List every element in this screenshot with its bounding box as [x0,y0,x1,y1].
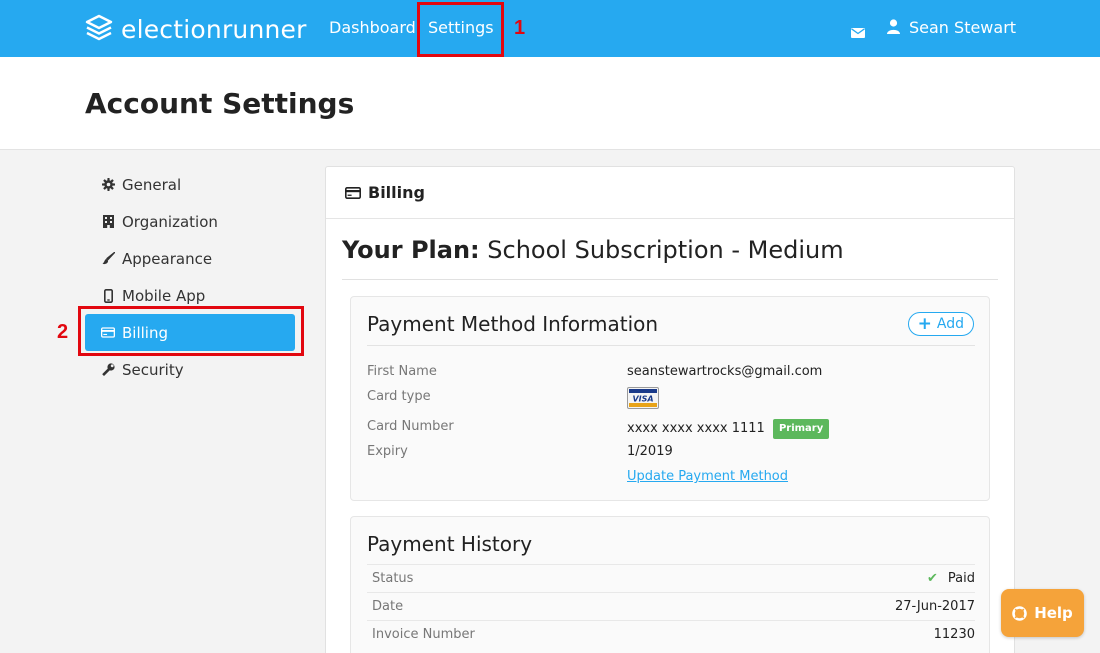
card-number-label: Card Number [367,419,454,434]
help-label: Help [1034,604,1073,622]
history-value: ✔ Paid [927,571,975,586]
payment-history-card: Payment History Status ✔ Paid Date 27-Jun… [350,516,990,653]
first-name-value: seanstewartrocks@gmail.com [627,364,823,379]
page-header: Account Settings [0,57,1100,150]
payment-method-card: Payment Method Information + Add First N… [350,296,990,501]
add-payment-method-button[interactable]: + Add [907,312,974,336]
top-navbar: electionrunner Dashboard Settings Sean S… [0,0,1100,57]
sidebar-item-label: Mobile App [122,286,206,305]
card-type-label: Card type [367,389,431,404]
history-label: Invoice Number [372,627,475,642]
plus-icon: + [917,314,932,334]
annotation-box-billing [78,306,304,356]
sidebar-item-appearance[interactable]: Appearance [85,240,295,277]
plan-label: Your Plan: [342,236,480,264]
brand-name: electionrunner [121,15,307,44]
annotation-number-1: 1 [514,17,526,39]
history-row-invoice: Invoice Number 11230 [367,620,975,648]
history-value: 11230 [933,627,975,642]
plan-name: School Subscription - Medium [487,236,844,264]
expiry-value: 1/2019 [627,444,673,459]
history-row-date: Date 27-Jun-2017 [367,592,975,620]
mail-icon[interactable] [851,23,865,42]
divider [342,279,998,280]
nav-dashboard-link[interactable]: Dashboard [329,18,416,38]
payment-history-title: Payment History [367,532,533,556]
panel-title: Billing [368,183,425,202]
update-payment-method-link[interactable]: Update Payment Method [627,469,788,485]
history-value: 27-Jun-2017 [894,599,975,614]
sidebar-item-label: Appearance [122,249,213,268]
billing-panel: Billing Your Plan: School Subscription -… [325,166,1015,653]
phone-icon [101,288,115,303]
user-name: Sean Stewart [909,18,1017,37]
expiry-label: Expiry [367,444,408,459]
sidebar-item-security[interactable]: Security [85,351,295,388]
building-icon [101,215,115,229]
check-icon: ✔ [927,571,938,586]
plan-summary: Your Plan: School Subscription - Medium [342,235,844,265]
help-button[interactable]: Help [1001,589,1084,637]
first-name-label: First Name [367,364,437,379]
user-menu[interactable]: Sean Stewart [887,18,1016,38]
divider [367,345,975,346]
lifebuoy-icon [1012,605,1027,621]
brand-logo[interactable]: electionrunner [85,14,307,46]
sidebar-item-organization[interactable]: Organization [85,203,295,240]
history-label: Status [372,571,414,586]
gear-icon [101,178,115,192]
history-label: Date [372,599,404,614]
annotation-number-2: 2 [57,321,69,343]
brush-icon [101,252,115,266]
payment-method-title: Payment Method Information [367,312,659,336]
sidebar-item-label: General [122,175,182,194]
primary-badge: Primary [772,419,830,439]
page-title: Account Settings [85,87,355,120]
card-number-value: xxxx xxxx xxxx 1111 [627,421,765,436]
panel-header: Billing [326,167,1014,219]
user-icon [887,18,900,38]
sidebar-item-label: Organization [122,212,218,231]
sidebar-item-general[interactable]: General [85,166,295,203]
history-row-status: Status ✔ Paid [367,564,975,592]
stack-logo-icon [85,14,113,46]
wrench-icon [101,363,115,377]
annotation-box-settings [417,2,504,57]
add-button-label: Add [936,316,964,332]
credit-card-icon [345,186,361,199]
svg-text:VISA: VISA [632,394,653,403]
visa-card-icon: VISA [627,387,659,414]
sidebar-item-label: Security [122,360,184,379]
card-number-row: xxxx xxxx xxxx 1111 Primary [627,419,830,439]
